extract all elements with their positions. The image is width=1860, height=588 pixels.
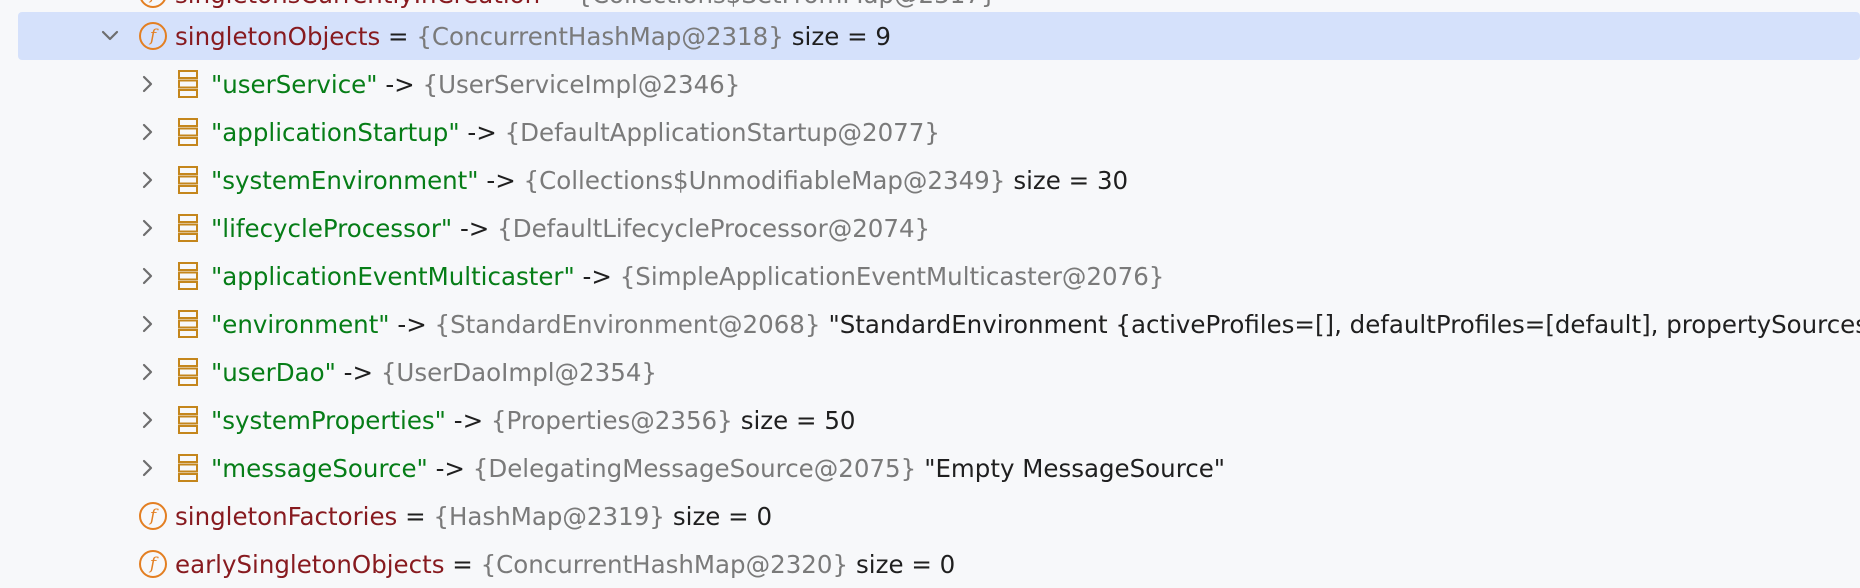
field-icon: f: [139, 502, 167, 530]
object-ref: {SimpleApplicationEventMulticaster@2076}: [619, 261, 1165, 291]
debugger-variables-tree: f singletonsCurrentlyInCreation = {Colle…: [0, 0, 1860, 588]
object-ref: {DelegatingMessageSource@2075}: [472, 453, 917, 483]
chevron-right-icon[interactable]: [136, 360, 160, 384]
arrow: ->: [445, 405, 491, 435]
object-ref: {HashMap@2319}: [433, 501, 665, 531]
arrow: ->: [478, 165, 524, 195]
entry-key: "applicationEventMulticaster": [211, 261, 575, 291]
arrow: ->: [377, 69, 423, 99]
map-entry-row[interactable]: "systemEnvironment" -> {Collections$Unmo…: [0, 156, 1860, 204]
object-ref: {ConcurrentHashMap@2318}: [416, 21, 784, 51]
equals-sign: =: [444, 549, 481, 579]
to-string-value: "Empty MessageSource": [924, 453, 1226, 483]
map-entry-row[interactable]: "lifecycleProcessor" -> {DefaultLifecycl…: [0, 204, 1860, 252]
entry-key: "systemEnvironment": [211, 165, 479, 195]
arrow: ->: [389, 309, 435, 339]
map-entry-row[interactable]: "systemProperties" -> {Properties@2356} s…: [0, 396, 1860, 444]
variable-row-singleton-objects[interactable]: f singletonObjects = {ConcurrentHashMap@…: [18, 12, 1860, 60]
map-entry-icon: [177, 357, 199, 387]
map-entry-icon: [177, 405, 199, 435]
map-entry-icon: [177, 213, 199, 243]
chevron-right-icon[interactable]: [136, 168, 160, 192]
arrow: ->: [427, 453, 473, 483]
equals-sign: =: [540, 0, 576, 9]
map-entry-icon: [177, 261, 199, 291]
entry-key: "userService": [211, 69, 378, 99]
arrow: ->: [335, 357, 381, 387]
object-ref: {DefaultLifecycleProcessor@2074}: [497, 213, 931, 243]
map-entry-icon: [177, 69, 199, 99]
object-ref: {UserDaoImpl@2354}: [380, 357, 657, 387]
field-name: earlySingletonObjects: [175, 549, 445, 579]
entry-key: "environment": [211, 309, 390, 339]
object-ref: {UserServiceImpl@2346}: [422, 69, 741, 99]
chevron-down-icon[interactable]: [98, 24, 122, 48]
chevron-right-icon[interactable]: [136, 408, 160, 432]
map-entry-row[interactable]: "userDao" -> {UserDaoImpl@2354}: [0, 348, 1860, 396]
entry-key: "lifecycleProcessor": [211, 213, 453, 243]
map-entry-row[interactable]: "userService" -> {UserServiceImpl@2346}: [0, 60, 1860, 108]
map-entry-icon: [177, 117, 199, 147]
arrow: ->: [452, 213, 498, 243]
to-string-value: "StandardEnvironment {activeProfiles=[],…: [828, 309, 1860, 339]
entry-key: "applicationStartup": [211, 117, 460, 147]
arrow: ->: [574, 261, 620, 291]
map-entry-icon: [177, 453, 199, 483]
object-ref: {DefaultApplicationStartup@2077}: [504, 117, 940, 147]
entry-key: "userDao": [211, 357, 336, 387]
chevron-right-icon[interactable]: [136, 312, 160, 336]
size-value: size = 30: [1013, 165, 1129, 195]
map-entry-row[interactable]: "messageSource" -> {DelegatingMessageSou…: [0, 444, 1860, 492]
chevron-right-icon[interactable]: [136, 216, 160, 240]
chevron-right-icon[interactable]: [136, 120, 160, 144]
map-entry-row[interactable]: "environment" -> {StandardEnvironment@20…: [0, 300, 1860, 348]
object-ref: {ConcurrentHashMap@2320}: [480, 549, 849, 579]
size-value: size = 0: [856, 549, 956, 579]
field-icon: f: [139, 22, 167, 50]
size-value: size = 9: [791, 21, 891, 51]
size-value: size = 50: [740, 405, 856, 435]
size-value: size = 0: [672, 501, 773, 531]
chevron-right-icon[interactable]: [136, 456, 160, 480]
equals-sign: =: [380, 21, 417, 51]
map-entry-row[interactable]: "applicationStartup" -> {DefaultApplicat…: [0, 108, 1860, 156]
object-ref: {Collections$UnmodifiableMap@2349}: [523, 165, 1006, 195]
field-name: singletonFactories: [175, 501, 398, 531]
field-icon: f: [139, 0, 167, 8]
variable-row-singleton-factories[interactable]: f singletonFactories = {HashMap@2319} siz…: [0, 492, 1860, 540]
map-entry-icon: [177, 309, 199, 339]
equals-sign: =: [397, 501, 434, 531]
variable-row-early-singleton-objects[interactable]: f earlySingletonObjects = {ConcurrentHas…: [0, 540, 1860, 588]
field-name: singletonObjects: [175, 21, 381, 51]
map-entry-row[interactable]: "applicationEventMulticaster" -> {Simple…: [0, 252, 1860, 300]
object-ref: {Properties@2356}: [490, 405, 733, 435]
map-entry-icon: [177, 165, 199, 195]
field-name: singletonsCurrentlyInCreation: [175, 0, 540, 9]
arrow: ->: [459, 117, 505, 147]
object-ref: {Collections$SetFromMap@2317}: [576, 0, 996, 9]
object-ref: {StandardEnvironment@2068}: [434, 309, 821, 339]
chevron-right-icon[interactable]: [136, 72, 160, 96]
chevron-right-icon[interactable]: [136, 264, 160, 288]
entry-key: "systemProperties": [211, 405, 446, 435]
entry-key: "messageSource": [211, 453, 428, 483]
field-icon: f: [139, 550, 167, 578]
